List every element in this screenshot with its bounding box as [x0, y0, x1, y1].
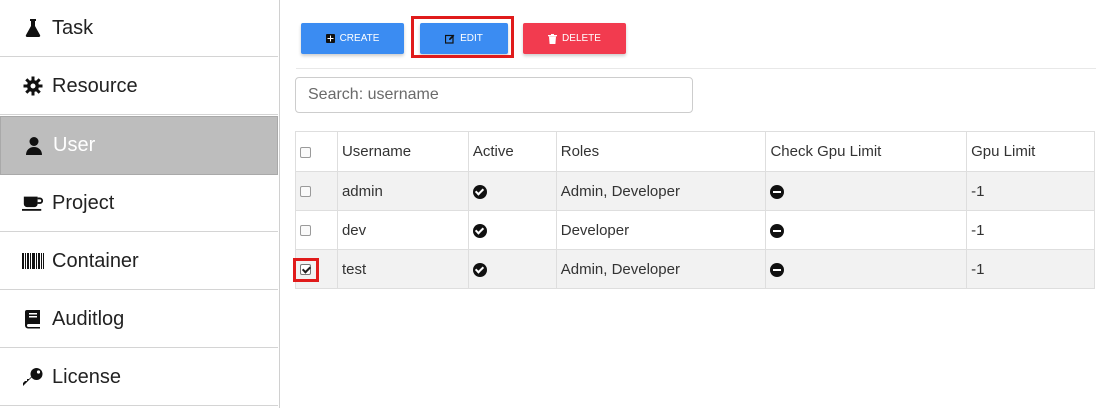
column-header-roles[interactable]: Roles [555, 131, 767, 172]
username-cell: test [336, 249, 469, 289]
sidebar-item-label: Resource [52, 74, 138, 97]
roles-cell: Admin, Developer [555, 249, 767, 289]
table-row[interactable]: test Admin, Developer -1 [295, 249, 1095, 289]
minus-circle-icon [770, 184, 785, 199]
roles-cell: Admin, Developer [555, 171, 767, 211]
barcode-icon [22, 250, 44, 272]
sidebar-item-auditlog[interactable]: Auditlog [0, 291, 278, 348]
minus-circle-icon [770, 223, 785, 238]
key-icon [22, 366, 44, 388]
check-circle-icon [472, 223, 487, 238]
flask-icon [22, 17, 44, 39]
column-header-check-gpu-limit[interactable]: Check Gpu Limit [765, 131, 968, 172]
create-button[interactable]: CREATE [301, 23, 404, 54]
select-all-cell [295, 131, 338, 172]
create-button-label: CREATE [339, 33, 380, 44]
sidebar: Task Resource User Project Container Aud… [0, 0, 280, 408]
gear-icon [22, 75, 44, 97]
trash-icon [548, 33, 558, 44]
edit-button-highlight [411, 16, 514, 58]
gpu-limit-cell: -1 [966, 249, 1095, 289]
column-header-gpu-limit[interactable]: Gpu Limit [966, 131, 1095, 172]
roles-cell: Developer [555, 210, 767, 250]
sidebar-item-label: License [52, 365, 121, 388]
delete-button-label: DELETE [562, 33, 601, 44]
row-checkbox[interactable] [300, 186, 311, 198]
search-input[interactable] [295, 77, 693, 113]
selected-checkbox-highlight [293, 258, 319, 282]
sidebar-item-resource[interactable]: Resource [0, 58, 278, 115]
gpu-limit-cell: -1 [966, 171, 1095, 211]
check-circle-icon [472, 262, 487, 277]
table-row[interactable]: dev Developer -1 [295, 210, 1095, 250]
coffee-icon [22, 192, 44, 214]
sidebar-item-container[interactable]: Container [0, 233, 278, 290]
user-icon [23, 135, 45, 157]
toolbar-divider [296, 68, 1096, 69]
sidebar-item-task[interactable]: Task [0, 0, 278, 57]
delete-button[interactable]: DELETE [523, 23, 626, 54]
table-header-row: Username Active Roles Check Gpu Limit Gp… [295, 131, 1095, 172]
column-header-username[interactable]: Username [336, 131, 469, 172]
plus-square-icon [325, 34, 335, 43]
sidebar-item-user[interactable]: User [0, 116, 278, 175]
book-icon [22, 308, 44, 330]
sidebar-item-label: Task [52, 16, 94, 39]
username-cell: admin [336, 171, 469, 211]
sidebar-item-label: User [53, 134, 96, 156]
row-checkbox[interactable] [300, 225, 311, 237]
minus-circle-icon [770, 262, 785, 277]
sidebar-item-label: Auditlog [52, 307, 125, 330]
sidebar-item-label: Project [52, 191, 115, 214]
sidebar-item-license[interactable]: License [0, 349, 278, 406]
select-all-checkbox[interactable] [300, 146, 311, 158]
sidebar-item-label: Container [52, 249, 139, 272]
column-header-active[interactable]: Active [467, 131, 557, 172]
users-table: Username Active Roles Check Gpu Limit Gp… [295, 131, 1095, 289]
gpu-limit-cell: -1 [966, 210, 1095, 250]
table-row[interactable]: admin Admin, Developer -1 [295, 171, 1095, 211]
check-circle-icon [472, 184, 487, 199]
username-cell: dev [336, 210, 469, 250]
sidebar-item-project[interactable]: Project [0, 175, 278, 232]
